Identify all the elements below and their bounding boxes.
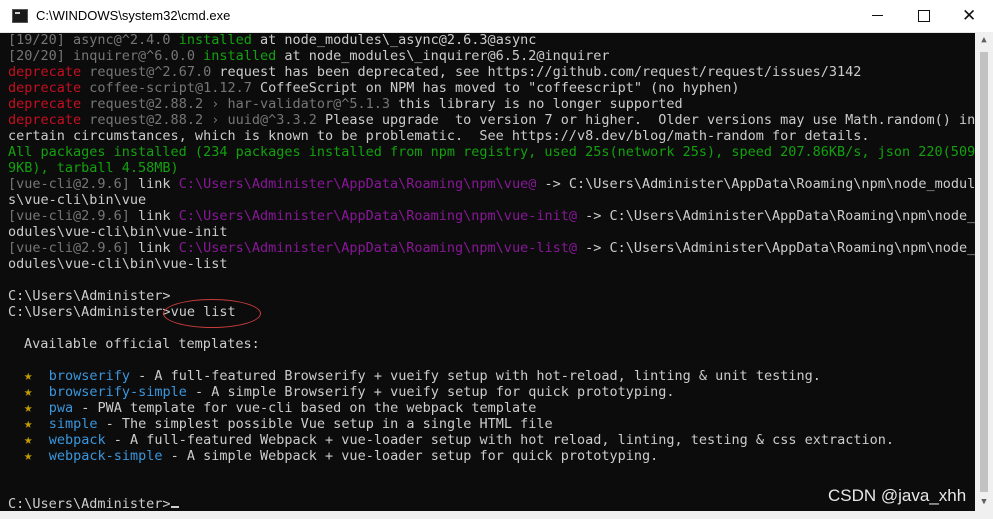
console-line: [20/20] inquirer@^6.0.0 installed at nod…	[8, 48, 609, 64]
console-line: odules\vue-cli\bin\vue-init	[8, 224, 228, 240]
link-source: C:\Users\Administer\AppData\Roaming\npm\…	[178, 208, 577, 224]
link-source: C:\Users\Administer\AppData\Roaming\npm\…	[178, 176, 537, 192]
deprecate-tag: deprecate	[8, 112, 82, 128]
deprecation-message: CoffeeScript on NPM has moved to "coffee…	[259, 80, 740, 96]
package-spec: inquirer@^6.0.0	[73, 48, 204, 64]
template-item: ★ pwa - PWA template for vue-cli based o…	[24, 400, 536, 416]
link-tag: [vue-cli@2.9.6]	[8, 240, 130, 256]
console-line: deprecate request@2.88.2 › har-validator…	[8, 96, 683, 112]
link-target: -> C:\Users\Administer\AppData\Roaming\n…	[576, 240, 975, 256]
status-installed: installed	[203, 48, 277, 64]
console-line: [vue-cli@2.9.6] link C:\Users\Administer…	[8, 208, 975, 224]
title-bar[interactable]: C:\WINDOWS\system32\cmd.exe ✕	[0, 0, 993, 33]
package-spec: request@2.88.2 › har-validator@^5.1.3	[81, 96, 399, 112]
maximize-button[interactable]	[901, 0, 947, 32]
link-target: -> C:\Users\Administer\AppData\Roaming\n…	[576, 208, 975, 224]
cmd-app-icon	[12, 9, 28, 23]
minimize-button[interactable]	[855, 0, 901, 32]
deprecation-message: request has been deprecated, see https:/…	[219, 64, 862, 80]
watermark: CSDN @java_xhh	[828, 486, 967, 505]
template-desc: - A full-featured Browserify + vueify se…	[129, 368, 821, 384]
package-spec: request@2.88.2 › uuid@^3.3.2	[81, 112, 325, 128]
minimize-icon	[872, 15, 883, 16]
vertical-scrollbar[interactable]: ▲ ▼	[975, 32, 993, 511]
template-item: ★ webpack-simple - A simple Webpack + vu…	[24, 448, 658, 464]
console-line: s\vue-cli\bin\vue	[8, 192, 147, 208]
install-path: at node_modules\_inquirer@6.5.2@inquirer	[276, 48, 610, 64]
progress-counter: [19/20]	[8, 32, 74, 48]
close-icon: ✕	[962, 6, 977, 25]
template-desc: - A simple Webpack + vue-loader setup fo…	[162, 448, 659, 464]
window-title: C:\WINDOWS\system32\cmd.exe	[36, 8, 231, 23]
link-label: link	[129, 240, 179, 256]
console-line: [vue-cli@2.9.6] link C:\Users\Administer…	[8, 240, 975, 256]
package-spec: coffee-script@1.12.7	[81, 80, 260, 96]
install-summary: All packages installed (234 packages ins…	[8, 144, 975, 160]
cmd-window: C:\WINDOWS\system32\cmd.exe ✕ [19/20] as…	[0, 0, 993, 519]
link-label: link	[129, 208, 179, 224]
console-line: deprecate request@^2.67.0 request has be…	[8, 64, 861, 80]
progress-counter: [20/20]	[8, 48, 74, 64]
console-line: odules\vue-cli\bin\vue-list	[8, 256, 228, 272]
link-source: C:\Users\Administer\AppData\Roaming\npm\…	[178, 240, 577, 256]
deprecate-tag: deprecate	[8, 96, 82, 112]
active-prompt[interactable]: C:\Users\Administer>	[8, 496, 179, 511]
prompt: C:\Users\Administer>	[8, 304, 171, 320]
package-spec: async@^2.4.0	[73, 32, 179, 48]
console-line: certain circumstances, which is known to…	[8, 128, 870, 144]
template-item: ★ webpack - A full-featured Webpack + vu…	[24, 432, 894, 448]
console-line: [vue-cli@2.9.6] link C:\Users\Administer…	[8, 176, 975, 192]
text-cursor	[170, 506, 179, 508]
console-line: [19/20] async@^2.4.0 installed at node_m…	[8, 32, 536, 48]
deprecate-tag: deprecate	[8, 80, 82, 96]
status-installed: installed	[178, 32, 252, 48]
package-spec: request@^2.67.0	[81, 64, 220, 80]
template-item: ★ simple - The simplest possible Vue set…	[24, 416, 553, 432]
template-item: ★ browserify-simple - A simple Browserif…	[24, 384, 675, 400]
deprecate-tag: deprecate	[8, 64, 82, 80]
link-label: link	[129, 176, 179, 192]
console-output[interactable]: [19/20] async@^2.4.0 installed at node_m…	[0, 32, 975, 511]
close-button[interactable]: ✕	[947, 0, 993, 32]
link-tag: [vue-cli@2.9.6]	[8, 208, 130, 224]
template-desc: - The simplest possible Vue setup in a s…	[97, 416, 553, 432]
prompt-line: C:\Users\Administer>	[8, 288, 171, 304]
console-line: deprecate request@2.88.2 › uuid@^3.3.2 P…	[8, 112, 975, 128]
template-name: browserify	[48, 368, 130, 384]
template-name: browserify-simple	[48, 384, 187, 400]
annotation-circle	[163, 299, 261, 328]
scroll-up-arrow-icon[interactable]: ▲	[975, 32, 993, 49]
template-name: simple	[48, 416, 98, 432]
template-desc: - A full-featured Webpack + vue-loader s…	[105, 432, 894, 448]
install-summary: 9KB), tarball 4.58MB)	[8, 160, 179, 176]
deprecation-message: Please upgrade to version 7 or higher. O…	[325, 112, 975, 128]
install-path: at node_modules\_async@2.6.3@async	[251, 32, 537, 48]
scroll-down-arrow-icon[interactable]: ▼	[975, 494, 993, 511]
deprecation-message: this library is no longer supported	[398, 96, 683, 112]
template-name: webpack-simple	[48, 448, 163, 464]
template-name: webpack	[48, 432, 106, 448]
link-tag: [vue-cli@2.9.6]	[8, 176, 130, 192]
prompt: C:\Users\Administer>	[8, 496, 171, 511]
template-name: pwa	[48, 400, 74, 416]
templates-heading: Available official templates:	[24, 336, 260, 352]
scroll-thumb[interactable]	[980, 52, 988, 492]
console-line: deprecate coffee-script@1.12.7 CoffeeScr…	[8, 80, 740, 96]
template-desc: - A simple Browserify + vueify setup for…	[186, 384, 675, 400]
template-desc: - PWA template for vue-cli based on the …	[73, 400, 537, 416]
template-item: ★ browserify - A full-featured Browserif…	[24, 368, 821, 384]
link-target: -> C:\Users\Administer\AppData\Roaming\n…	[536, 176, 975, 192]
maximize-icon	[918, 10, 930, 22]
bottom-frame	[0, 511, 993, 519]
